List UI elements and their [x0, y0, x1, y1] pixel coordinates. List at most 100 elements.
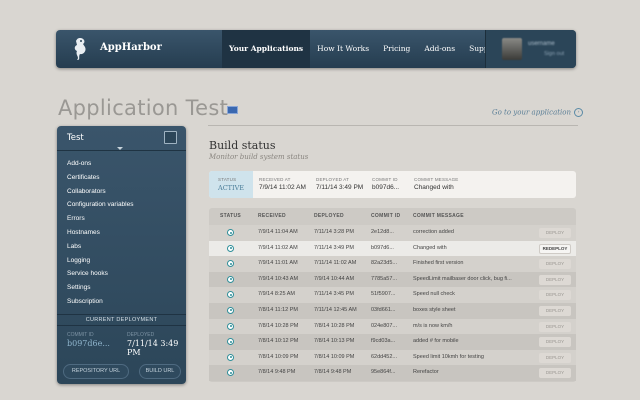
table-row: 7/8/14 10:09 PM 7/8/14 10:09 PM 62dd452...… [209, 349, 576, 366]
build-success-icon [227, 291, 234, 299]
sign-out-link[interactable]: Sign out [544, 51, 564, 57]
column-header-deployed: DEPLOYED [314, 213, 344, 219]
seahorse-logo-icon[interactable] [68, 36, 90, 62]
received-cell: 7/8/14 10:12 PM [258, 338, 299, 345]
commit-message-cell: m/s is now km/h [413, 322, 453, 329]
current-deployed-time: 7/11/14 3:49 PM [127, 339, 179, 357]
deploy-button[interactable]: DEPLOY [539, 259, 571, 270]
go-to-application-label[interactable]: Go to your application [492, 109, 571, 117]
sidebar-item-service-hooks[interactable]: Service hooks [67, 267, 133, 281]
builds-table-body: 7/9/14 11:04 AM 7/11/14 3:28 PM 2e12d8... c… [209, 225, 576, 381]
app-selector-toggle-icon[interactable] [164, 131, 177, 144]
deployed-cell: 7/11/14 12:45 AM [314, 306, 357, 313]
commit-message-cell: Finished first version [413, 260, 464, 267]
sidebar-item-certificates[interactable]: Certificates [67, 171, 133, 185]
build-success-icon [227, 229, 234, 236]
username[interactable]: username [528, 41, 555, 47]
table-row: 7/8/14 10:28 PM 7/8/14 10:28 PM 024e807...… [209, 318, 576, 335]
commit-id-cell[interactable]: 7785a57... [371, 272, 397, 288]
deployed-cell: 7/8/14 10:13 PM [314, 338, 355, 345]
deploy-button[interactable]: DEPLOY [539, 337, 571, 348]
commit-message-cell: Speed limit 10kmh for testing [413, 353, 484, 360]
commit-id-cell[interactable]: 03fd661... [371, 303, 395, 319]
sidebar-item-settings[interactable]: Settings [67, 281, 133, 295]
table-row: 7/8/14 11:12 PM 7/11/14 12:45 AM 03fd661..… [209, 302, 576, 319]
commit-id-cell[interactable]: 62dd452... [371, 350, 397, 366]
sidebar-item-configuration-variables[interactable]: Configuration variables [67, 198, 133, 212]
commit-message-cell: added # for mobile [413, 338, 459, 345]
user-menu[interactable]: username Sign out [485, 30, 576, 68]
commit-id-cell[interactable]: 95e864f... [371, 365, 395, 381]
received-cell: 7/9/14 8:25 AM [258, 291, 295, 298]
received-cell: 7/9/14 10:43 AM [258, 275, 299, 282]
summary-deployed-label: DEPLOYED AT [316, 177, 350, 182]
sidebar-menu: Add-ons Certificates Collaborators Confi… [67, 157, 133, 309]
arrow-circle-icon[interactable]: › [574, 108, 584, 117]
sidebar-item-subscription[interactable]: Subscription [67, 295, 133, 309]
deploy-button[interactable]: DEPLOY [539, 305, 571, 316]
commit-message-cell: Changed with [413, 244, 447, 251]
table-row: 7/8/14 9:48 PM 7/8/14 9:48 PM 95e864f... Re… [209, 365, 576, 381]
summary-message-label: COMMIT MESSAGE [414, 177, 459, 182]
deployed-cell: 7/8/14 10:09 PM [314, 353, 355, 360]
brand-name[interactable]: AppHarbor [100, 42, 162, 53]
deploy-button[interactable]: DEPLOY [539, 352, 571, 363]
summary-status-label: STATUS [218, 177, 237, 182]
build-success-icon [227, 322, 234, 330]
avatar[interactable] [502, 38, 522, 60]
deploy-button[interactable]: DEPLOY [539, 228, 571, 238]
column-header-commit-id: COMMIT ID [371, 213, 401, 219]
nav-pricing[interactable]: Pricing [376, 30, 417, 68]
build-success-icon [227, 244, 234, 252]
sidebar-item-add-ons[interactable]: Add-ons [67, 157, 133, 171]
commit-id-cell[interactable]: f9cd03a... [371, 334, 395, 350]
table-row: 7/9/14 11:04 AM 7/11/14 3:28 PM 2e12d8... c… [209, 225, 576, 241]
deployed-cell: 7/9/14 10:44 AM [314, 275, 355, 282]
summary-received-label: RECEIVED AT [259, 177, 291, 182]
repository-url-button[interactable]: REPOSITORY URL [63, 364, 129, 379]
build-success-icon [227, 306, 234, 314]
table-row: 7/9/14 11:01 AM 7/11/14 11:02 AM 82a23d5..… [209, 256, 576, 272]
deployed-cell: 7/8/14 10:28 PM [314, 322, 355, 329]
sidebar-item-collaborators[interactable]: Collaborators [67, 185, 133, 199]
deploy-button[interactable]: DEPLOY [539, 274, 571, 285]
top-nav-bar: AppHarbor Your Applications How It Works… [56, 30, 576, 68]
current-commit-id[interactable]: b097d6e... [67, 339, 110, 348]
build-status-subtitle: Monitor build system status [209, 153, 309, 161]
sidebar-item-labs[interactable]: Labs [67, 240, 133, 254]
sidebar-item-errors[interactable]: Errors [67, 212, 133, 226]
received-cell: 7/8/14 10:09 PM [258, 353, 299, 360]
sidebar-item-logging[interactable]: Logging [67, 254, 133, 268]
deployed-cell: 7/8/14 9:48 PM [314, 369, 352, 376]
commit-id-cell[interactable]: 51f5907... [371, 287, 395, 303]
deployed-cell: 7/11/14 3:28 PM [314, 229, 354, 235]
column-header-status: STATUS [220, 213, 242, 219]
main-nav: Your Applications How It Works Pricing A… [222, 30, 507, 68]
deploy-button[interactable]: DEPLOY [539, 321, 571, 332]
commit-message-cell: boxes style sheet [413, 306, 456, 313]
redeploy-button[interactable]: REDEPLOY [539, 243, 571, 254]
deployed-cell: 7/11/14 3:45 PM [314, 291, 354, 298]
column-header-commit-message: COMMIT MESSAGE [413, 213, 464, 219]
go-to-application-link[interactable]: Go to your application › [492, 108, 584, 117]
commit-id-cell[interactable]: 82a23d5... [371, 256, 397, 272]
build-url-button[interactable]: BUILD URL [139, 364, 181, 379]
commit-id-cell[interactable]: b097d6... [371, 241, 394, 257]
current-commit-label: COMMIT ID [67, 332, 94, 338]
commit-message-cell: SpeedLimit mailbaser door click, bug fi.… [413, 275, 512, 282]
commit-id-cell[interactable]: 024e807... [371, 319, 397, 335]
nav-add-ons[interactable]: Add-ons [417, 30, 462, 68]
region-flag-icon [227, 106, 238, 114]
nav-your-applications[interactable]: Your Applications [222, 30, 311, 68]
summary-commit-value[interactable]: b097d6... [372, 184, 399, 191]
commit-id-cell[interactable]: 2e12d8... [371, 225, 394, 241]
caret-down-icon [117, 147, 123, 150]
build-success-icon [227, 260, 234, 268]
deploy-button[interactable]: DEPLOY [539, 290, 571, 301]
nav-how-it-works[interactable]: How It Works [310, 30, 376, 68]
deploy-button[interactable]: DEPLOY [539, 368, 571, 379]
title-divider [208, 125, 578, 126]
column-header-received: RECEIVED [258, 213, 286, 219]
sidebar-item-hostnames[interactable]: Hostnames [67, 226, 133, 240]
app-sidebar: Test Add-ons Certificates Collaborators … [57, 126, 186, 384]
